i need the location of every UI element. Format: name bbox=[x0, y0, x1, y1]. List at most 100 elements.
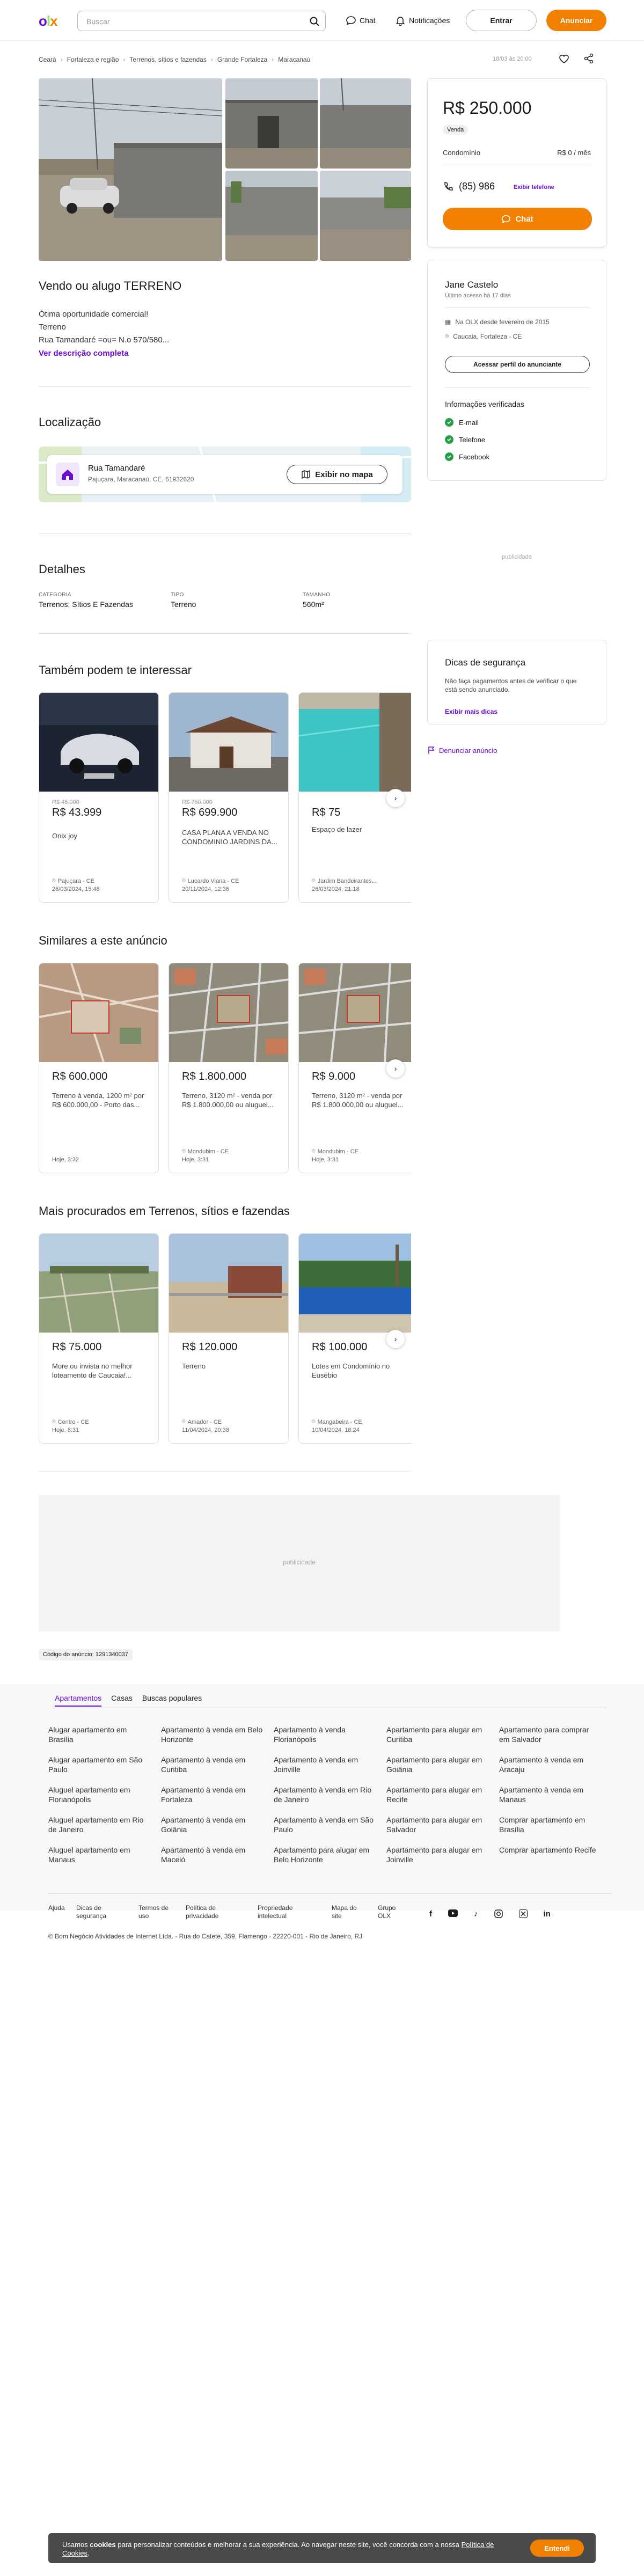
linkedin-icon[interactable]: in bbox=[544, 1909, 551, 1919]
product-image bbox=[39, 1234, 158, 1333]
report-ad-link[interactable]: Denunciar anúncio bbox=[427, 746, 497, 755]
footer-link[interactable]: Apartamento à venda em Fortaleza bbox=[161, 1785, 263, 1804]
show-map-button[interactable]: Exibir no mapa bbox=[287, 465, 387, 484]
similar-heading: Similares a este anúncio bbox=[39, 934, 167, 947]
photo-thumbnail[interactable] bbox=[320, 171, 411, 261]
olx-logo[interactable]: olx bbox=[39, 13, 58, 30]
chat-link[interactable]: Chat bbox=[346, 15, 376, 26]
breadcrumb-item[interactable]: Maracanaú bbox=[278, 56, 310, 63]
youtube-icon[interactable] bbox=[448, 1909, 458, 1919]
footer-link[interactable]: Apartamento à venda em Manaus bbox=[499, 1785, 601, 1804]
footer-link[interactable]: Apartamento para comprar em Salvador bbox=[499, 1725, 601, 1744]
divider bbox=[48, 1893, 612, 1894]
chevron-right-icon: › bbox=[272, 56, 274, 63]
footer-link[interactable]: Apartamento para alugar em Belo Horizont… bbox=[274, 1845, 376, 1864]
breadcrumb-item[interactable]: Terrenos, sítios e fazendas bbox=[129, 56, 206, 63]
footer-link[interactable]: Aluguel apartamento em Florianópolis bbox=[48, 1785, 150, 1804]
safety-text: Não faça pagamentos antes de verificar o… bbox=[445, 677, 577, 693]
check-icon bbox=[445, 435, 453, 444]
footer-bottom-link[interactable]: Política de privacidade bbox=[186, 1904, 229, 1920]
footer-bottom-link[interactable]: Grupo OLX bbox=[378, 1904, 405, 1920]
footer-link[interactable]: Apartamento à venda em Joinville bbox=[274, 1755, 376, 1774]
footer-link[interactable]: Aluguel apartamento em Rio de Janeiro bbox=[48, 1815, 150, 1834]
product-card[interactable]: R$ 45.000 R$ 43.999 Onix joy ⌾ Pajuçara -… bbox=[39, 692, 159, 903]
seller-since-text: Na OLX desde fevereiro de 2015 bbox=[455, 318, 550, 326]
footer-link[interactable]: Apartamento à venda Florianópolis bbox=[274, 1725, 376, 1744]
facebook-icon[interactable]: f bbox=[429, 1909, 432, 1919]
popular-carousel: R$ 75.000 More ou invista no melhor lote… bbox=[39, 1233, 411, 1448]
seller-profile-button[interactable]: Acessar perfil do anunciante bbox=[445, 356, 590, 373]
accept-cookies-button[interactable]: Entendi bbox=[530, 2540, 584, 2557]
footer-link[interactable]: Apartamento para alugar em Joinville bbox=[386, 1845, 488, 1864]
footer-link[interactable]: Aluguel apartamento em Manaus bbox=[48, 1845, 150, 1864]
footer-link[interactable]: Comprar apartamento em Brasília bbox=[499, 1815, 601, 1834]
listing-title: Vendo ou alugo TERRENO bbox=[39, 279, 182, 292]
breadcrumb-item[interactable]: Ceará bbox=[39, 56, 56, 63]
check-icon bbox=[445, 418, 453, 427]
footer-link[interactable]: Apartamento para alugar em Salvador bbox=[386, 1815, 488, 1834]
breadcrumb-item[interactable]: Fortaleza e região bbox=[67, 56, 119, 63]
notifications-link[interactable]: Notificações bbox=[395, 15, 450, 26]
photo-thumbnail[interactable] bbox=[320, 78, 411, 169]
tiktok-icon[interactable]: ♪ bbox=[474, 1909, 478, 1919]
share-icon[interactable] bbox=[583, 53, 595, 64]
carousel-next-button[interactable]: › bbox=[386, 789, 405, 807]
footer-bottom-link[interactable]: Mapa do site bbox=[332, 1904, 364, 1920]
location-pin-icon: ⌾ bbox=[182, 1148, 186, 1154]
breadcrumb-item[interactable]: Grande Fortaleza bbox=[217, 56, 267, 63]
product-card[interactable]: R$ 120.000 Terreno ⌾ Amador - CE 11/04/20… bbox=[169, 1233, 289, 1444]
footer-tab[interactable]: Casas bbox=[111, 1694, 133, 1707]
footer-tab[interactable]: Apartamentos bbox=[55, 1694, 102, 1707]
heart-icon[interactable] bbox=[558, 53, 570, 64]
footer-link[interactable]: Comprar apartamento Recife bbox=[499, 1845, 601, 1855]
search-input[interactable]: Buscar bbox=[77, 11, 326, 31]
post-ad-button[interactable]: Anunciar bbox=[546, 10, 606, 31]
x-icon[interactable] bbox=[518, 1909, 528, 1919]
search-icon[interactable] bbox=[309, 16, 320, 27]
product-card[interactable]: R$ 750.000 R$ 699.900 CASA PLANA A VENDA… bbox=[169, 692, 289, 903]
carousel-next-button[interactable]: › bbox=[386, 1059, 405, 1078]
chat-button[interactable]: Chat bbox=[443, 208, 592, 230]
footer-link[interactable]: Apartamento à venda em Goiânia bbox=[161, 1815, 263, 1834]
footer-bottom-link[interactable]: Dicas de segurança bbox=[76, 1904, 114, 1920]
description-line: Ótima oportunidade comercial! bbox=[39, 310, 149, 319]
show-phone-link[interactable]: Exibir telefone bbox=[514, 184, 554, 191]
footer-link[interactable]: Apartamento à venda em Maceió bbox=[161, 1845, 263, 1864]
product-image bbox=[39, 963, 158, 1062]
product-title: Terreno bbox=[182, 1362, 206, 1370]
product-card[interactable]: R$ 600.000 Terreno à venda, 1200 m² por … bbox=[39, 963, 159, 1173]
footer-link[interactable]: Apartamento para alugar em Goiânia bbox=[386, 1755, 488, 1774]
footer-link[interactable]: Alugar apartamento em São Paulo bbox=[48, 1755, 150, 1774]
details-heading: Detalhes bbox=[39, 562, 85, 576]
product-location: ⌾ Mangabeira - CE bbox=[312, 1418, 362, 1425]
footer-bottom-link[interactable]: Ajuda bbox=[48, 1904, 70, 1912]
divider bbox=[39, 633, 411, 634]
footer-link[interactable]: Apartamento à venda em Aracaju bbox=[499, 1755, 601, 1774]
footer-tab[interactable]: Buscas populares bbox=[142, 1694, 202, 1707]
product-date: 20/11/2024, 12:36 bbox=[182, 886, 229, 892]
product-card[interactable]: R$ 1.800.000 Terreno, 3120 m² - venda po… bbox=[169, 963, 289, 1173]
see-full-description-link[interactable]: Ver descrição completa bbox=[39, 349, 129, 358]
footer-link[interactable]: Apartamento à venda em Curitiba bbox=[161, 1755, 263, 1774]
chat-button-label: Chat bbox=[515, 214, 533, 224]
footer-bottom-link[interactable]: Termos de uso bbox=[138, 1904, 176, 1920]
footer-link[interactable]: Apartamento à venda em São Paulo bbox=[274, 1815, 376, 1834]
footer-link[interactable]: Apartamento à venda em Rio de Janeiro bbox=[274, 1785, 376, 1804]
more-tips-link[interactable]: Exibir mais dicas bbox=[445, 708, 497, 715]
product-card[interactable]: R$ 75.000 More ou invista no melhor lote… bbox=[39, 1233, 159, 1444]
photo-thumbnail[interactable] bbox=[225, 78, 318, 169]
footer-bottom-link[interactable]: Propriedade intelectual bbox=[258, 1904, 301, 1920]
login-button[interactable]: Entrar bbox=[466, 10, 537, 31]
footer-tabs: Apartamentos Casas Buscas populares bbox=[55, 1694, 202, 1707]
footer-link[interactable]: Alugar apartamento em Brasília bbox=[48, 1725, 150, 1744]
footer-link[interactable]: Apartamento para alugar em Curitiba bbox=[386, 1725, 488, 1744]
instagram-icon[interactable] bbox=[494, 1909, 503, 1919]
footer-link[interactable]: Apartamento à venda em Belo Horizonte bbox=[161, 1725, 263, 1744]
footer-link[interactable]: Apartamento para alugar em Recife bbox=[386, 1785, 488, 1804]
chevron-right-icon: › bbox=[394, 794, 397, 802]
carousel-next-button[interactable]: › bbox=[386, 1330, 405, 1348]
photo-thumbnail[interactable] bbox=[225, 171, 318, 261]
product-date: 10/04/2024, 18:24 bbox=[312, 1427, 360, 1433]
product-price: R$ 9.000 bbox=[312, 1071, 356, 1082]
main-photo[interactable] bbox=[39, 78, 222, 261]
